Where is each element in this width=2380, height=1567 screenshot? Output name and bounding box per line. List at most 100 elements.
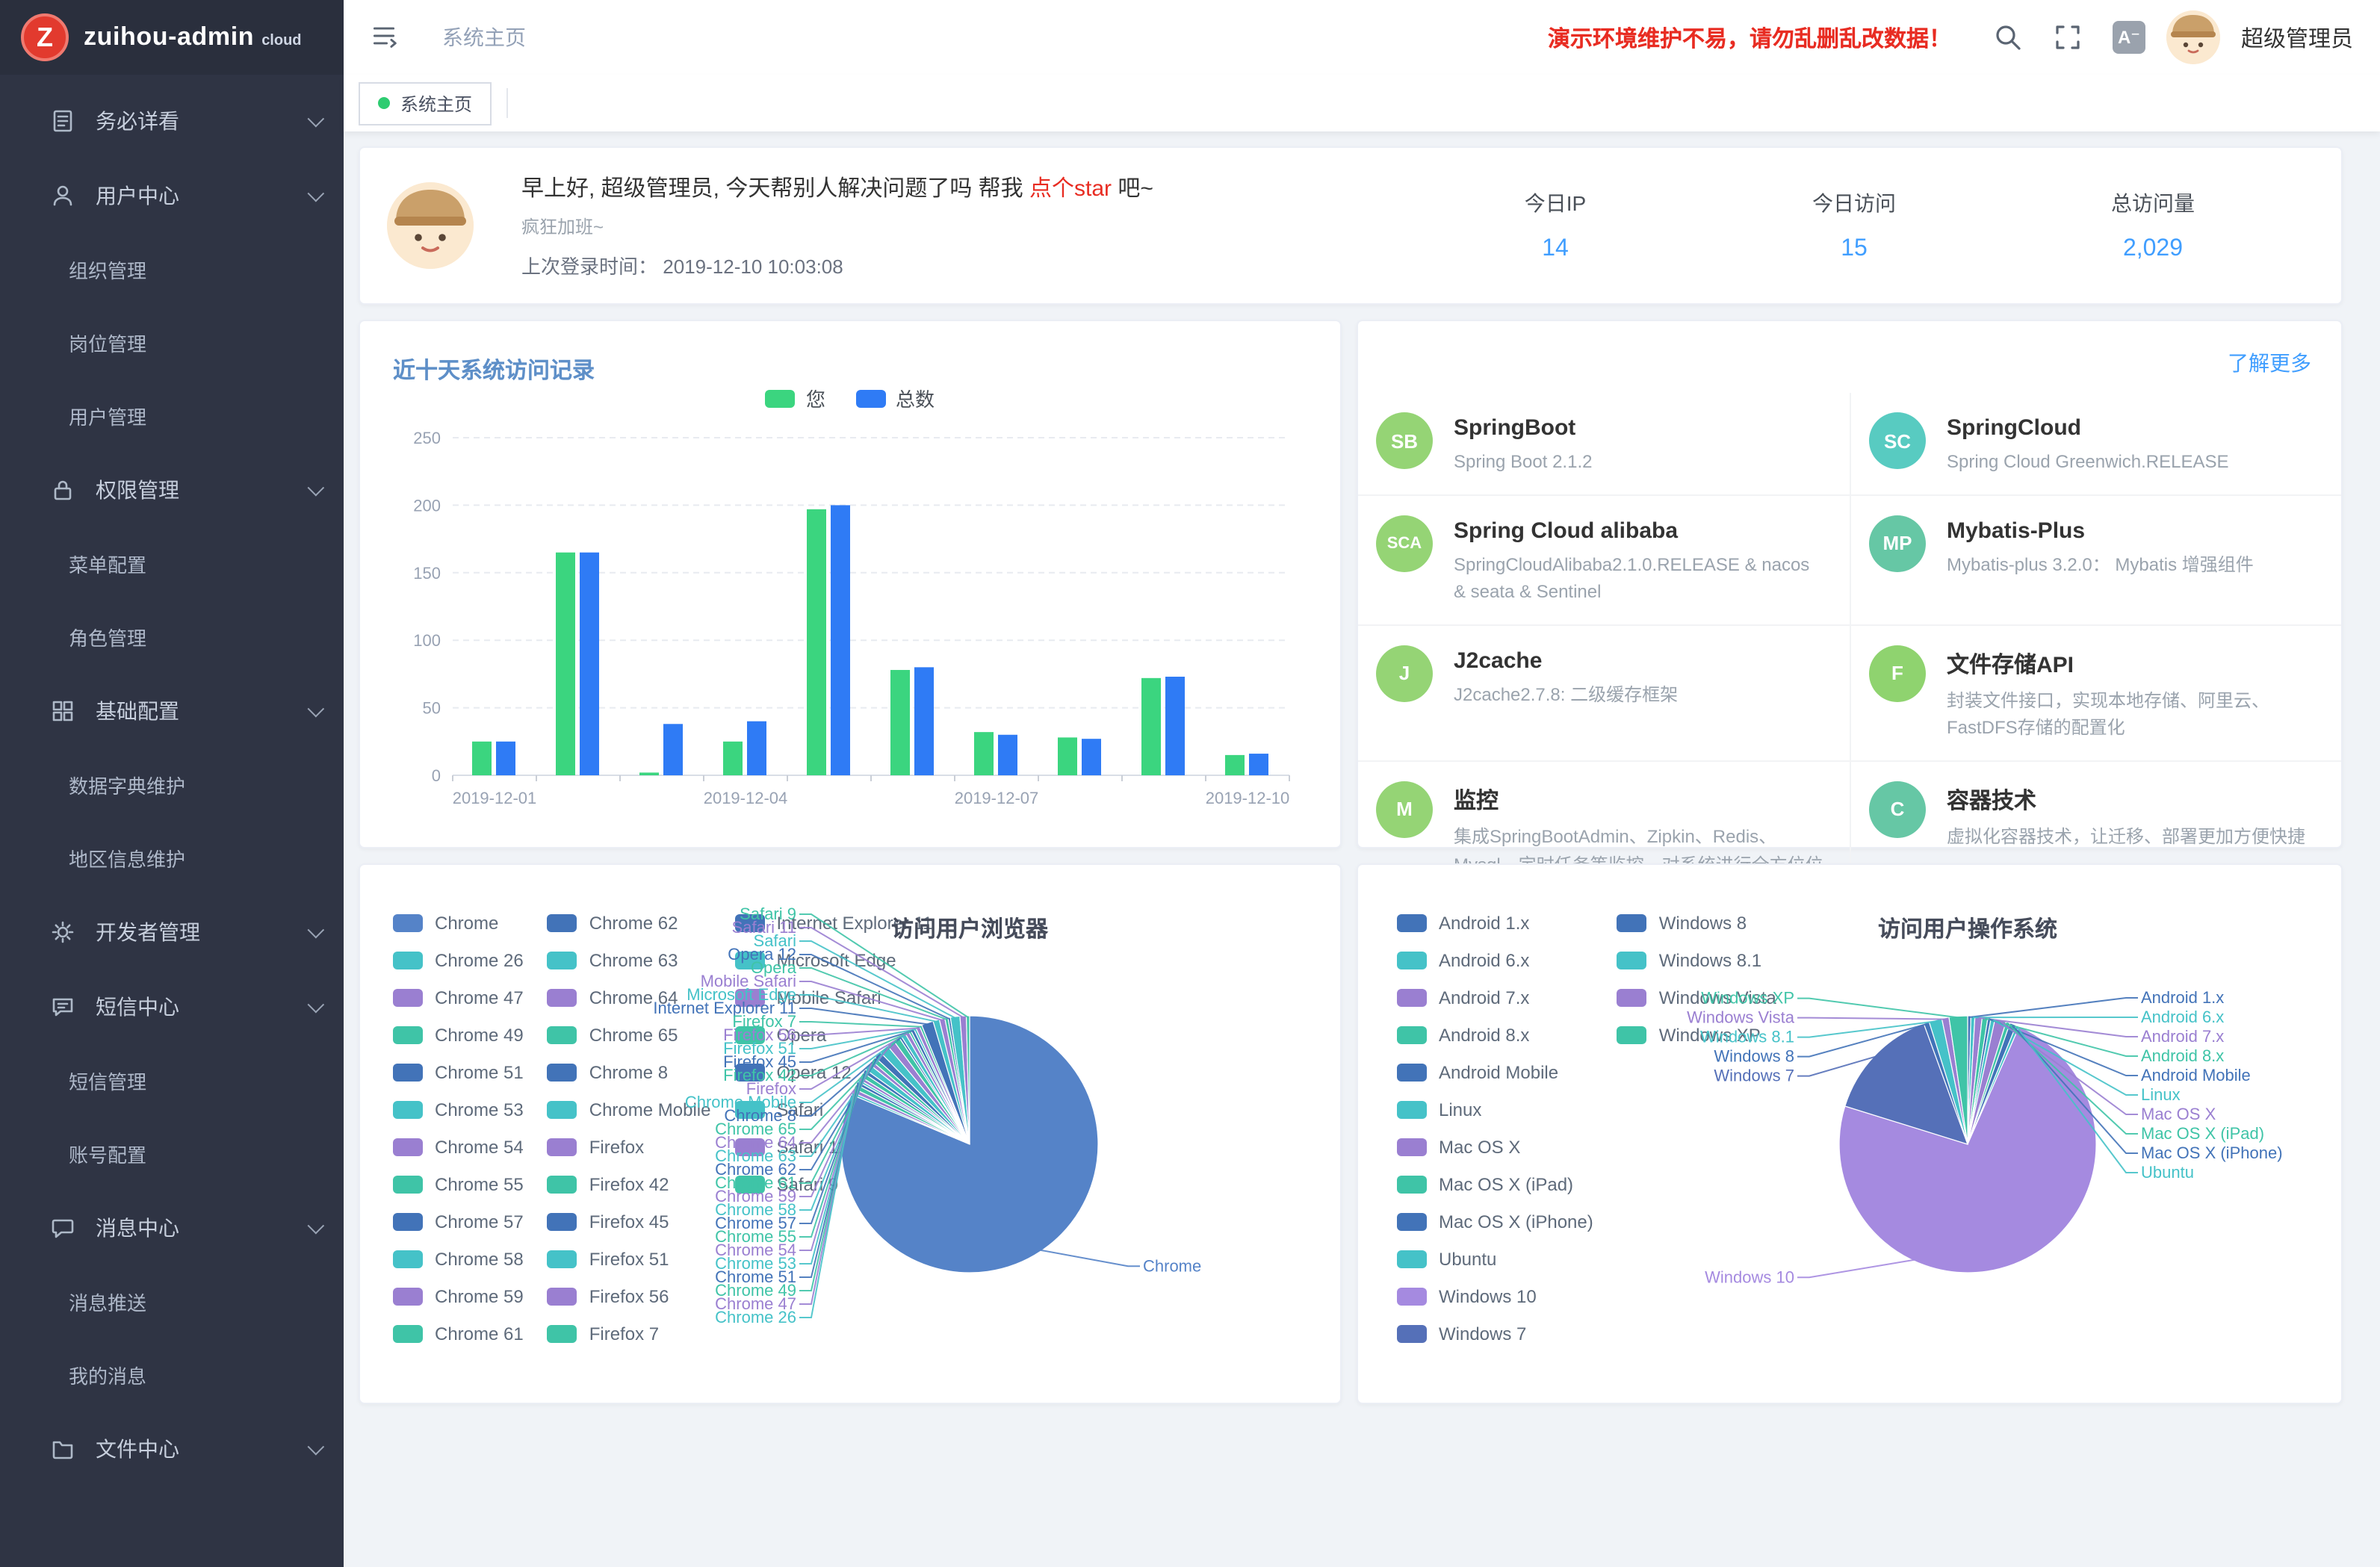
- stat-value[interactable]: 2,029: [2004, 236, 2302, 263]
- legend-item-您[interactable]: 您: [766, 384, 825, 412]
- legend-item[interactable]: Chrome 62: [548, 913, 711, 934]
- legend-item[interactable]: Firefox 42: [548, 1174, 711, 1195]
- legend-item[interactable]: Android Mobile: [1397, 1062, 1593, 1083]
- legend-item[interactable]: Firefox 51: [548, 1249, 711, 1270]
- legend-item[interactable]: Safari 9: [735, 1174, 933, 1195]
- tech-item-3[interactable]: MPMybatis-PlusMybatis-plus 3.2.0： Mybati…: [1850, 495, 2341, 625]
- legend-item[interactable]: Windows 8.1: [1617, 950, 1776, 971]
- app-logo[interactable]: Z zuihou-admin cloud: [0, 0, 344, 75]
- legend-swatch: [548, 1138, 577, 1156]
- tech-title: SpringBoot: [1454, 415, 1592, 441]
- legend-item[interactable]: Chrome 65: [548, 1025, 711, 1046]
- legend-item[interactable]: Chrome 61: [393, 1324, 524, 1344]
- legend-item[interactable]: Chrome 58: [393, 1249, 524, 1270]
- legend-item[interactable]: Microsoft Edge: [735, 950, 933, 971]
- legend-item[interactable]: Chrome Mobile: [548, 1099, 711, 1120]
- legend-item[interactable]: Chrome 55: [393, 1174, 524, 1195]
- user-avatar[interactable]: [2166, 10, 2220, 64]
- sidebar-item-1-1[interactable]: 岗位管理: [0, 306, 344, 379]
- legend-item[interactable]: Mac OS X (iPhone): [1397, 1211, 1593, 1232]
- sidebar-group-3[interactable]: 基础配置: [0, 674, 344, 748]
- legend-swatch: [393, 914, 423, 932]
- legend-item[interactable]: Chrome 26: [393, 950, 524, 971]
- sidebar-group-7[interactable]: 文件中心: [0, 1412, 344, 1486]
- legend-item[interactable]: Safari 11: [735, 1137, 933, 1158]
- legend-item[interactable]: Android 6.x: [1397, 950, 1593, 971]
- sidebar-item-2-1[interactable]: 角色管理: [0, 601, 344, 674]
- sidebar-group-5[interactable]: 短信中心: [0, 969, 344, 1044]
- chevron-down-icon: [308, 996, 325, 1014]
- legend-item[interactable]: Opera: [735, 1025, 933, 1046]
- legend-item[interactable]: Firefox: [548, 1137, 711, 1158]
- legend-item[interactable]: Chrome 47: [393, 987, 524, 1008]
- legend-item[interactable]: Chrome 59: [393, 1286, 524, 1307]
- os-pie-title: 访问用户操作系统: [1788, 913, 2147, 944]
- legend-item[interactable]: Chrome 63: [548, 950, 711, 971]
- legend-item[interactable]: Chrome 8: [548, 1062, 711, 1083]
- stat-value[interactable]: 15: [1705, 236, 2004, 263]
- legend-item[interactable]: Chrome 57: [393, 1211, 524, 1232]
- legend-item[interactable]: Windows Vista: [1617, 987, 1776, 1008]
- tech-item-4[interactable]: JJ2cacheJ2cache2.7.8: 二级缓存框架: [1358, 626, 1850, 762]
- sidebar-item-1-2[interactable]: 用户管理: [0, 379, 344, 453]
- legend-item[interactable]: Mac OS X (iPad): [1397, 1174, 1593, 1195]
- legend-item[interactable]: Chrome 49: [393, 1025, 524, 1046]
- legend-item[interactable]: Windows 7: [1397, 1324, 1593, 1344]
- search-icon[interactable]: [1993, 22, 2023, 52]
- tech-texts: 文件存储API封装文件接口，实现本地存储、阿里云、FastDFS存储的配置化: [1947, 645, 2317, 742]
- sidebar-item-5-1[interactable]: 账号配置: [0, 1117, 344, 1191]
- sidebar-item-2-0[interactable]: 菜单配置: [0, 527, 344, 601]
- legend-item[interactable]: Firefox 7: [548, 1324, 711, 1344]
- sidebar-group-6[interactable]: 消息中心: [0, 1191, 344, 1265]
- tech-item-1[interactable]: SCSpringCloudSpring Cloud Greenwich.RELE…: [1850, 393, 2341, 495]
- sidebar-group-2[interactable]: 权限管理: [0, 453, 344, 527]
- legend-item[interactable]: Windows XP: [1617, 1025, 1776, 1046]
- tab-home[interactable]: 系统主页: [359, 81, 492, 125]
- svg-text:Chrome: Chrome: [1143, 1256, 1201, 1275]
- legend-item[interactable]: Chrome 64: [548, 987, 711, 1008]
- legend-item[interactable]: Android 7.x: [1397, 987, 1593, 1008]
- sidebar-item-6-1[interactable]: 我的消息: [0, 1338, 344, 1412]
- legend-item[interactable]: Firefox 45: [548, 1211, 711, 1232]
- legend-item[interactable]: Opera 12: [735, 1062, 933, 1083]
- legend-item[interactable]: Firefox 56: [548, 1286, 711, 1307]
- legend-item[interactable]: Linux: [1397, 1099, 1593, 1120]
- sidebar-item-1-0[interactable]: 组织管理: [0, 233, 344, 306]
- collapse-menu-icon[interactable]: [371, 22, 400, 52]
- learn-more-link[interactable]: 了解更多: [2228, 348, 2311, 378]
- star-link[interactable]: 点个star: [1029, 176, 1112, 202]
- tech-title: Mybatis-Plus: [1947, 518, 2254, 543]
- sidebar-group-1[interactable]: 用户中心: [0, 158, 344, 233]
- font-size-icon[interactable]: A⁻: [2113, 21, 2145, 54]
- sidebar-item-3-0[interactable]: 数据字典维护: [0, 748, 344, 822]
- legend-item[interactable]: Windows 8: [1617, 913, 1776, 934]
- sidebar-item-3-1[interactable]: 地区信息维护: [0, 822, 344, 895]
- tech-item-2[interactable]: SCASpring Cloud alibabaSpringCloudAlibab…: [1358, 495, 1850, 625]
- legend-item[interactable]: Ubuntu: [1397, 1249, 1593, 1270]
- legend-item-总数[interactable]: 总数: [855, 384, 935, 412]
- fullscreen-icon[interactable]: [2053, 22, 2083, 52]
- sidebar-item-6-0[interactable]: 消息推送: [0, 1265, 344, 1338]
- legend-label: Chrome 47: [435, 987, 524, 1008]
- legend-swatch: [548, 1213, 577, 1231]
- tech-item-0[interactable]: SBSpringBootSpring Boot 2.1.2: [1358, 393, 1850, 495]
- legend-item[interactable]: Chrome 51: [393, 1062, 524, 1083]
- breadcrumb[interactable]: 系统主页: [442, 22, 526, 52]
- sidebar-group-0[interactable]: 务必详看: [0, 84, 344, 158]
- legend-item[interactable]: Chrome 54: [393, 1137, 524, 1158]
- username[interactable]: 超级管理员: [2241, 22, 2353, 53]
- sidebar-group-4[interactable]: 开发者管理: [0, 895, 344, 969]
- legend-swatch: [393, 1176, 423, 1194]
- legend-item[interactable]: Windows 10: [1397, 1286, 1593, 1307]
- legend-item[interactable]: Mobile Safari: [735, 987, 933, 1008]
- stat-value[interactable]: 14: [1406, 236, 1705, 263]
- legend-item[interactable]: Android 8.x: [1397, 1025, 1593, 1046]
- legend-item[interactable]: Android 1.x: [1397, 913, 1593, 934]
- tech-item-5[interactable]: F文件存储API封装文件接口，实现本地存储、阿里云、FastDFS存储的配置化: [1850, 626, 2341, 762]
- legend-item[interactable]: Mac OS X: [1397, 1137, 1593, 1158]
- legend-swatch: [393, 1288, 423, 1306]
- sidebar-item-5-0[interactable]: 短信管理: [0, 1044, 344, 1117]
- legend-item[interactable]: Chrome: [393, 913, 524, 934]
- legend-item[interactable]: Chrome 53: [393, 1099, 524, 1120]
- legend-item[interactable]: Safari: [735, 1099, 933, 1120]
